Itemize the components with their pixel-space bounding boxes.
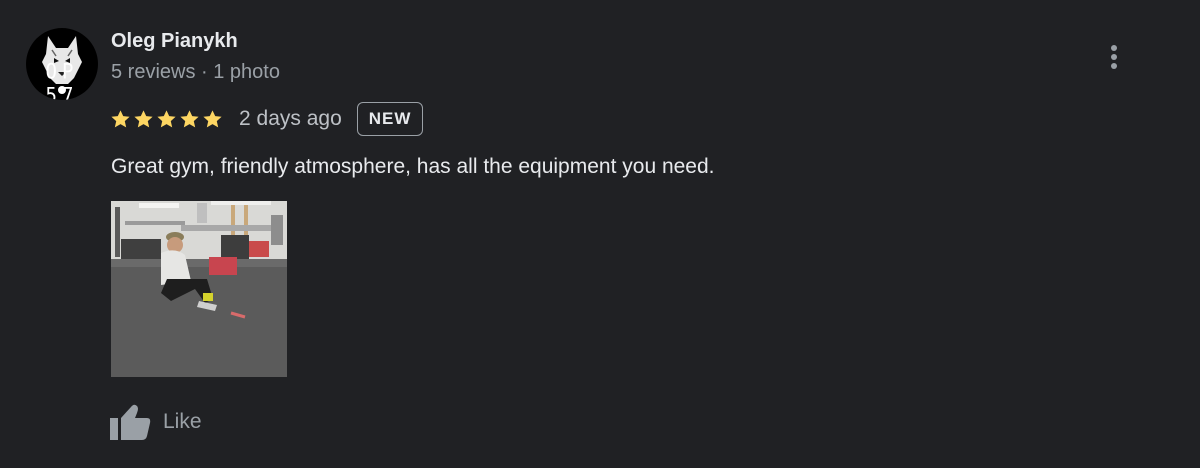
- review-date: 2 days ago: [239, 107, 342, 130]
- star-rating: [110, 109, 225, 130]
- review-card: OP 57 Oleg Pianykh 5 reviews · 1 photo 2…: [0, 0, 1200, 468]
- avatar-logo-text: OP 57: [45, 59, 79, 100]
- more-options-button[interactable]: [1100, 40, 1128, 74]
- more-vert-icon-dot: [1111, 54, 1117, 60]
- thumbs-up-icon: [110, 404, 151, 440]
- gym-photo-image: [111, 201, 287, 377]
- star-icon: [157, 109, 176, 127]
- reviewer-meta: 5 reviews · 1 photo: [111, 61, 280, 83]
- review-text: Great gym, friendly atmosphere, has all …: [111, 155, 715, 178]
- rating-row: 2 days ago NEW: [110, 101, 424, 137]
- new-badge: NEW: [356, 102, 424, 136]
- star-icon: [203, 109, 222, 127]
- more-vert-icon: [1111, 45, 1117, 51]
- star-icon: [180, 109, 199, 127]
- more-vert-icon-dot: [1111, 63, 1117, 69]
- like-button[interactable]: Like: [109, 402, 202, 442]
- review-photo[interactable]: [111, 201, 287, 377]
- avatar[interactable]: OP 57: [26, 28, 98, 100]
- star-icon: [111, 109, 130, 127]
- reviewer-name[interactable]: Oleg Pianykh: [111, 30, 238, 53]
- star-icon: [134, 109, 153, 127]
- like-label: Like: [163, 410, 202, 433]
